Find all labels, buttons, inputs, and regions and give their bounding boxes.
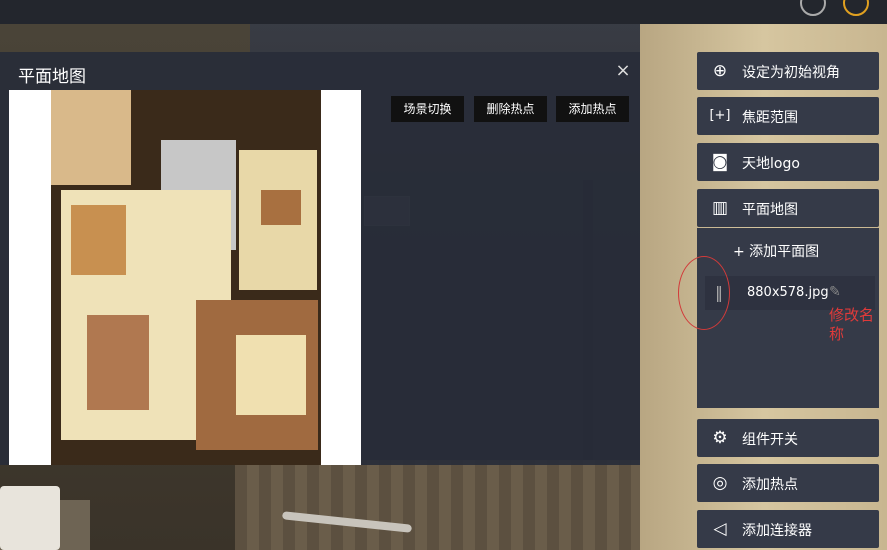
scene-tiles: [235, 460, 640, 550]
dining-table: [71, 205, 126, 275]
edit-pencil-icon[interactable]: ✎: [829, 284, 841, 300]
image-icon: ◙: [711, 152, 729, 172]
room-balcony: [51, 90, 131, 185]
component-switch-button[interactable]: ⚙ 组件开关: [697, 419, 879, 457]
small-bed: [261, 190, 301, 225]
set-initial-view-button[interactable]: ⊕ 设定为初始视角: [697, 52, 879, 90]
add-hotspot-button[interactable]: ◎ 添加热点: [697, 464, 879, 502]
map-icon: ▥: [711, 198, 729, 218]
top-round-icon[interactable]: [800, 0, 826, 16]
focus-range-icon: [+]: [709, 108, 731, 123]
floorplan-drawing: [51, 90, 321, 465]
send-icon: ◁: [713, 519, 727, 539]
annotation-rename-note: 修改名称: [829, 306, 875, 343]
annotation-circle: [678, 256, 730, 330]
panel-title: 平面地图: [18, 67, 86, 87]
add-floorplan-button[interactable]: + 添加平面图: [733, 241, 819, 261]
add-connector-label: 添加连接器: [742, 523, 812, 539]
add-hotspot-label: 添加热点: [742, 477, 798, 493]
master-bed: [236, 335, 306, 415]
top-round-icon-highlight[interactable]: [843, 0, 869, 16]
add-hotspot-panel-button[interactable]: 添加热点: [556, 96, 629, 122]
scene-sink: [0, 486, 60, 550]
component-switch-label: 组件开关: [742, 432, 798, 448]
floorplan-panel: 平面地图 × 场景切换 删除热点 添加热点: [0, 52, 640, 465]
floorplan-file-name: 880x578.jpg: [747, 285, 829, 300]
sky-ground-logo-button[interactable]: ◙ 天地logo: [697, 143, 879, 181]
crosshair-icon: ⊕: [712, 61, 728, 81]
set-initial-view-label: 设定为初始视角: [742, 65, 840, 81]
floorplan-image[interactable]: [9, 90, 361, 465]
living-rug: [87, 315, 149, 410]
close-button[interactable]: ×: [612, 60, 634, 82]
scene-switch-button[interactable]: 场景切换: [391, 96, 464, 122]
top-bar: [0, 0, 887, 24]
focus-range-label: 焦距范围: [742, 110, 798, 126]
floorplan-file-item[interactable]: ‖ 880x578.jpg ✎: [705, 276, 875, 310]
sky-ground-logo-label: 天地logo: [742, 156, 800, 172]
floor-map-button[interactable]: ▥ 平面地图: [697, 189, 879, 227]
gear-icon: ⚙: [712, 428, 728, 448]
focus-range-button[interactable]: [+] 焦距范围: [697, 97, 879, 135]
add-connector-button[interactable]: ◁ 添加连接器: [697, 510, 879, 548]
target-icon: ◎: [712, 473, 728, 493]
delete-hotspot-button[interactable]: 删除热点: [474, 96, 547, 122]
floor-map-label: 平面地图: [742, 202, 798, 218]
